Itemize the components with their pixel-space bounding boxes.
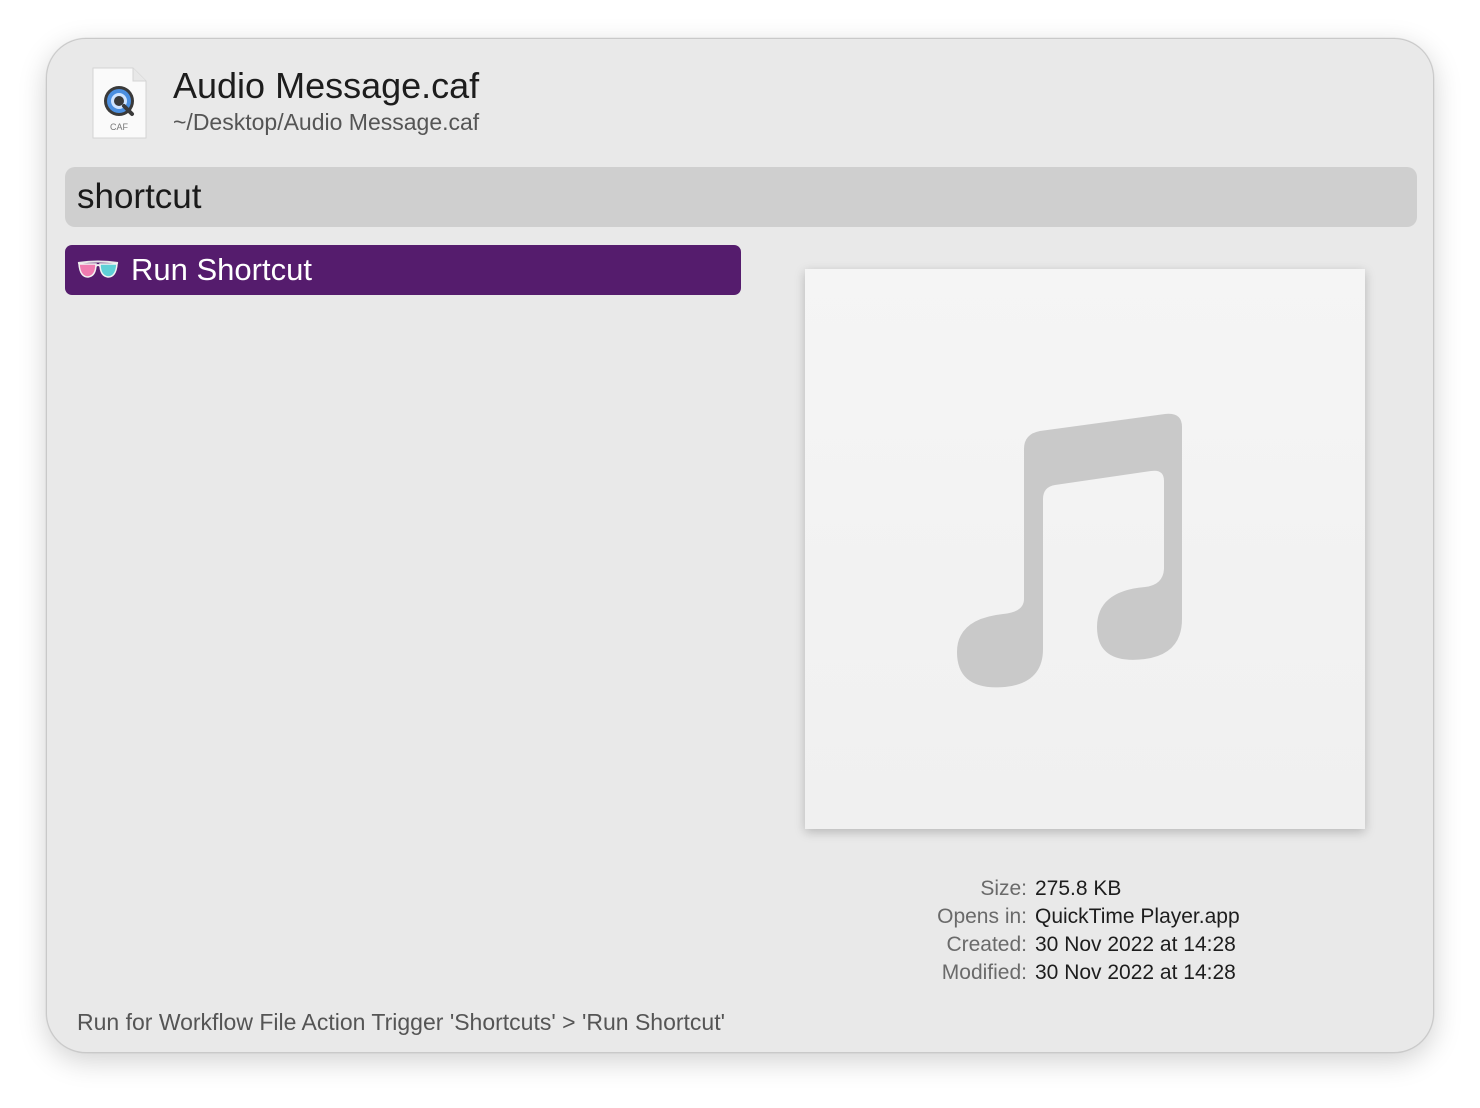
- svg-text:CAF: CAF: [110, 122, 129, 132]
- search-bar[interactable]: [65, 167, 1417, 227]
- detail-modified: Modified: 30 Nov 2022 at 14:28: [747, 959, 1347, 987]
- sunglasses-icon: [77, 258, 119, 282]
- detail-label: Size:: [980, 877, 1027, 900]
- detail-label: Created:: [946, 933, 1027, 956]
- caf-file-icon: CAF: [91, 67, 147, 139]
- detail-value: 275.8 KB: [1035, 877, 1122, 900]
- result-item-run-shortcut[interactable]: Run Shortcut: [65, 245, 741, 295]
- detail-size: Size: 275.8 KB: [747, 875, 1347, 903]
- file-title: Audio Message.caf: [173, 65, 480, 106]
- detail-created: Created: 30 Nov 2022 at 14:28: [747, 931, 1347, 959]
- alfred-window: CAF Audio Message.caf ~/Desktop/Audio Me…: [46, 38, 1434, 1053]
- result-label: Run Shortcut: [131, 252, 312, 287]
- action-description: Run for Workflow File Action Trigger 'Sh…: [77, 1009, 725, 1035]
- detail-opens-in: Opens in: QuickTime Player.app: [747, 903, 1347, 931]
- detail-value: 30 Nov 2022 at 14:28: [1035, 933, 1236, 956]
- search-input[interactable]: [65, 167, 1417, 227]
- music-note-icon: [957, 413, 1182, 688]
- file-preview: [805, 269, 1365, 829]
- file-path: ~/Desktop/Audio Message.caf: [173, 109, 480, 135]
- detail-label: Opens in:: [937, 905, 1027, 928]
- detail-value: QuickTime Player.app: [1035, 905, 1240, 928]
- file-details: Size: 275.8 KB Opens in: QuickTime Playe…: [747, 875, 1347, 987]
- detail-label: Modified:: [941, 961, 1027, 984]
- detail-value: 30 Nov 2022 at 14:28: [1035, 961, 1236, 984]
